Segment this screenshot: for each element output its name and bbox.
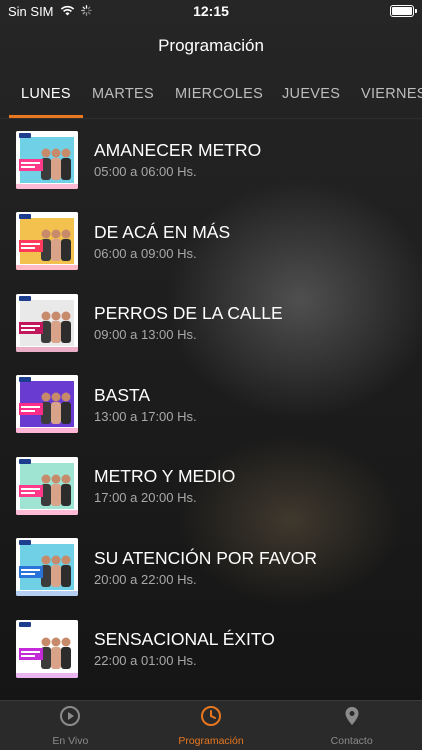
tabbar-label: Programación — [178, 734, 244, 747]
activity-spinner-icon — [80, 4, 92, 19]
program-title: AMANECER METRO — [94, 140, 262, 160]
program-thumbnail — [16, 456, 78, 515]
tab-martes[interactable]: MARTES — [92, 70, 154, 118]
day-tabs: LUNES MARTES MIERCOLES JUEVES VIERNES — [0, 70, 422, 118]
battery-fill — [392, 7, 412, 15]
carrier-label: Sin SIM — [8, 3, 54, 19]
program-item[interactable]: SENSACIONAL ÉXITO 22:00 a 01:00 Hs. — [0, 608, 422, 690]
program-time: 17:00 a 20:00 Hs. — [94, 490, 197, 505]
program-thumbnail — [16, 293, 78, 352]
status-bar: Sin SIM 12:15 — [0, 0, 422, 22]
program-title: BASTA — [94, 384, 151, 405]
program-time: 09:00 a 13:00 Hs. — [94, 327, 197, 342]
program-item[interactable]: AMANECER METRO 05:00 a 06:00 Hs. — [0, 119, 422, 201]
tabbar-label: Contacto — [330, 734, 373, 747]
program-title: PERROS DE LA CALLE — [94, 303, 283, 323]
tabbar-label: En Vivo — [52, 734, 89, 747]
tabbar-item-contacto[interactable]: Contacto — [281, 701, 422, 750]
tabbar-item-programacion[interactable]: Programación — [141, 701, 282, 750]
program-time: 20:00 a 22:00 Hs. — [94, 571, 197, 587]
location-pin-icon — [341, 705, 363, 732]
program-title: SENSACIONAL ÉXITO — [94, 629, 275, 649]
play-circle-icon — [59, 705, 81, 732]
tabbar-item-en-vivo[interactable]: En Vivo — [0, 701, 141, 750]
battery-icon — [390, 5, 417, 17]
page-title: Programación — [158, 36, 264, 55]
wifi-icon — [60, 4, 75, 19]
program-title: METRO Y MEDIO — [94, 466, 236, 486]
program-item[interactable]: SU ATENCIÓN POR FAVOR 20:00 a 22:00 Hs. — [0, 527, 422, 609]
program-thumbnail — [16, 619, 78, 678]
program-title: SU ATENCIÓN POR FAVOR — [94, 547, 317, 568]
program-thumbnail — [16, 538, 78, 597]
program-title: DE ACÁ EN MÁS — [94, 221, 231, 242]
tab-viernes[interactable]: VIERNES — [361, 70, 422, 118]
program-thumbnail — [16, 212, 78, 271]
program-item[interactable]: METRO Y MEDIO 17:00 a 20:00 Hs. — [0, 445, 422, 527]
program-time: 05:00 a 06:00 Hs. — [94, 164, 197, 179]
program-time: 22:00 a 01:00 Hs. — [94, 653, 197, 668]
program-list: AMANECER METRO 05:00 a 06:00 Hs. DE ACÁ … — [0, 119, 422, 700]
program-item[interactable]: BASTA 13:00 a 17:00 Hs. — [0, 364, 422, 446]
tab-miercoles[interactable]: MIERCOLES — [175, 70, 263, 118]
program-time: 06:00 a 09:00 Hs. — [94, 245, 197, 261]
bottom-tab-bar: En Vivo Programación Contacto — [0, 700, 422, 750]
program-item[interactable]: DE ACÁ EN MÁS 06:00 a 09:00 Hs. — [0, 201, 422, 283]
program-thumbnail — [16, 375, 78, 434]
program-thumbnail — [16, 130, 78, 189]
clock-icon — [200, 705, 222, 732]
program-item[interactable]: PERROS DE LA CALLE 09:00 a 13:00 Hs. — [0, 282, 422, 364]
program-time: 13:00 a 17:00 Hs. — [94, 408, 197, 424]
tab-jueves[interactable]: JUEVES — [282, 70, 340, 118]
tab-lunes[interactable]: LUNES — [9, 70, 83, 118]
